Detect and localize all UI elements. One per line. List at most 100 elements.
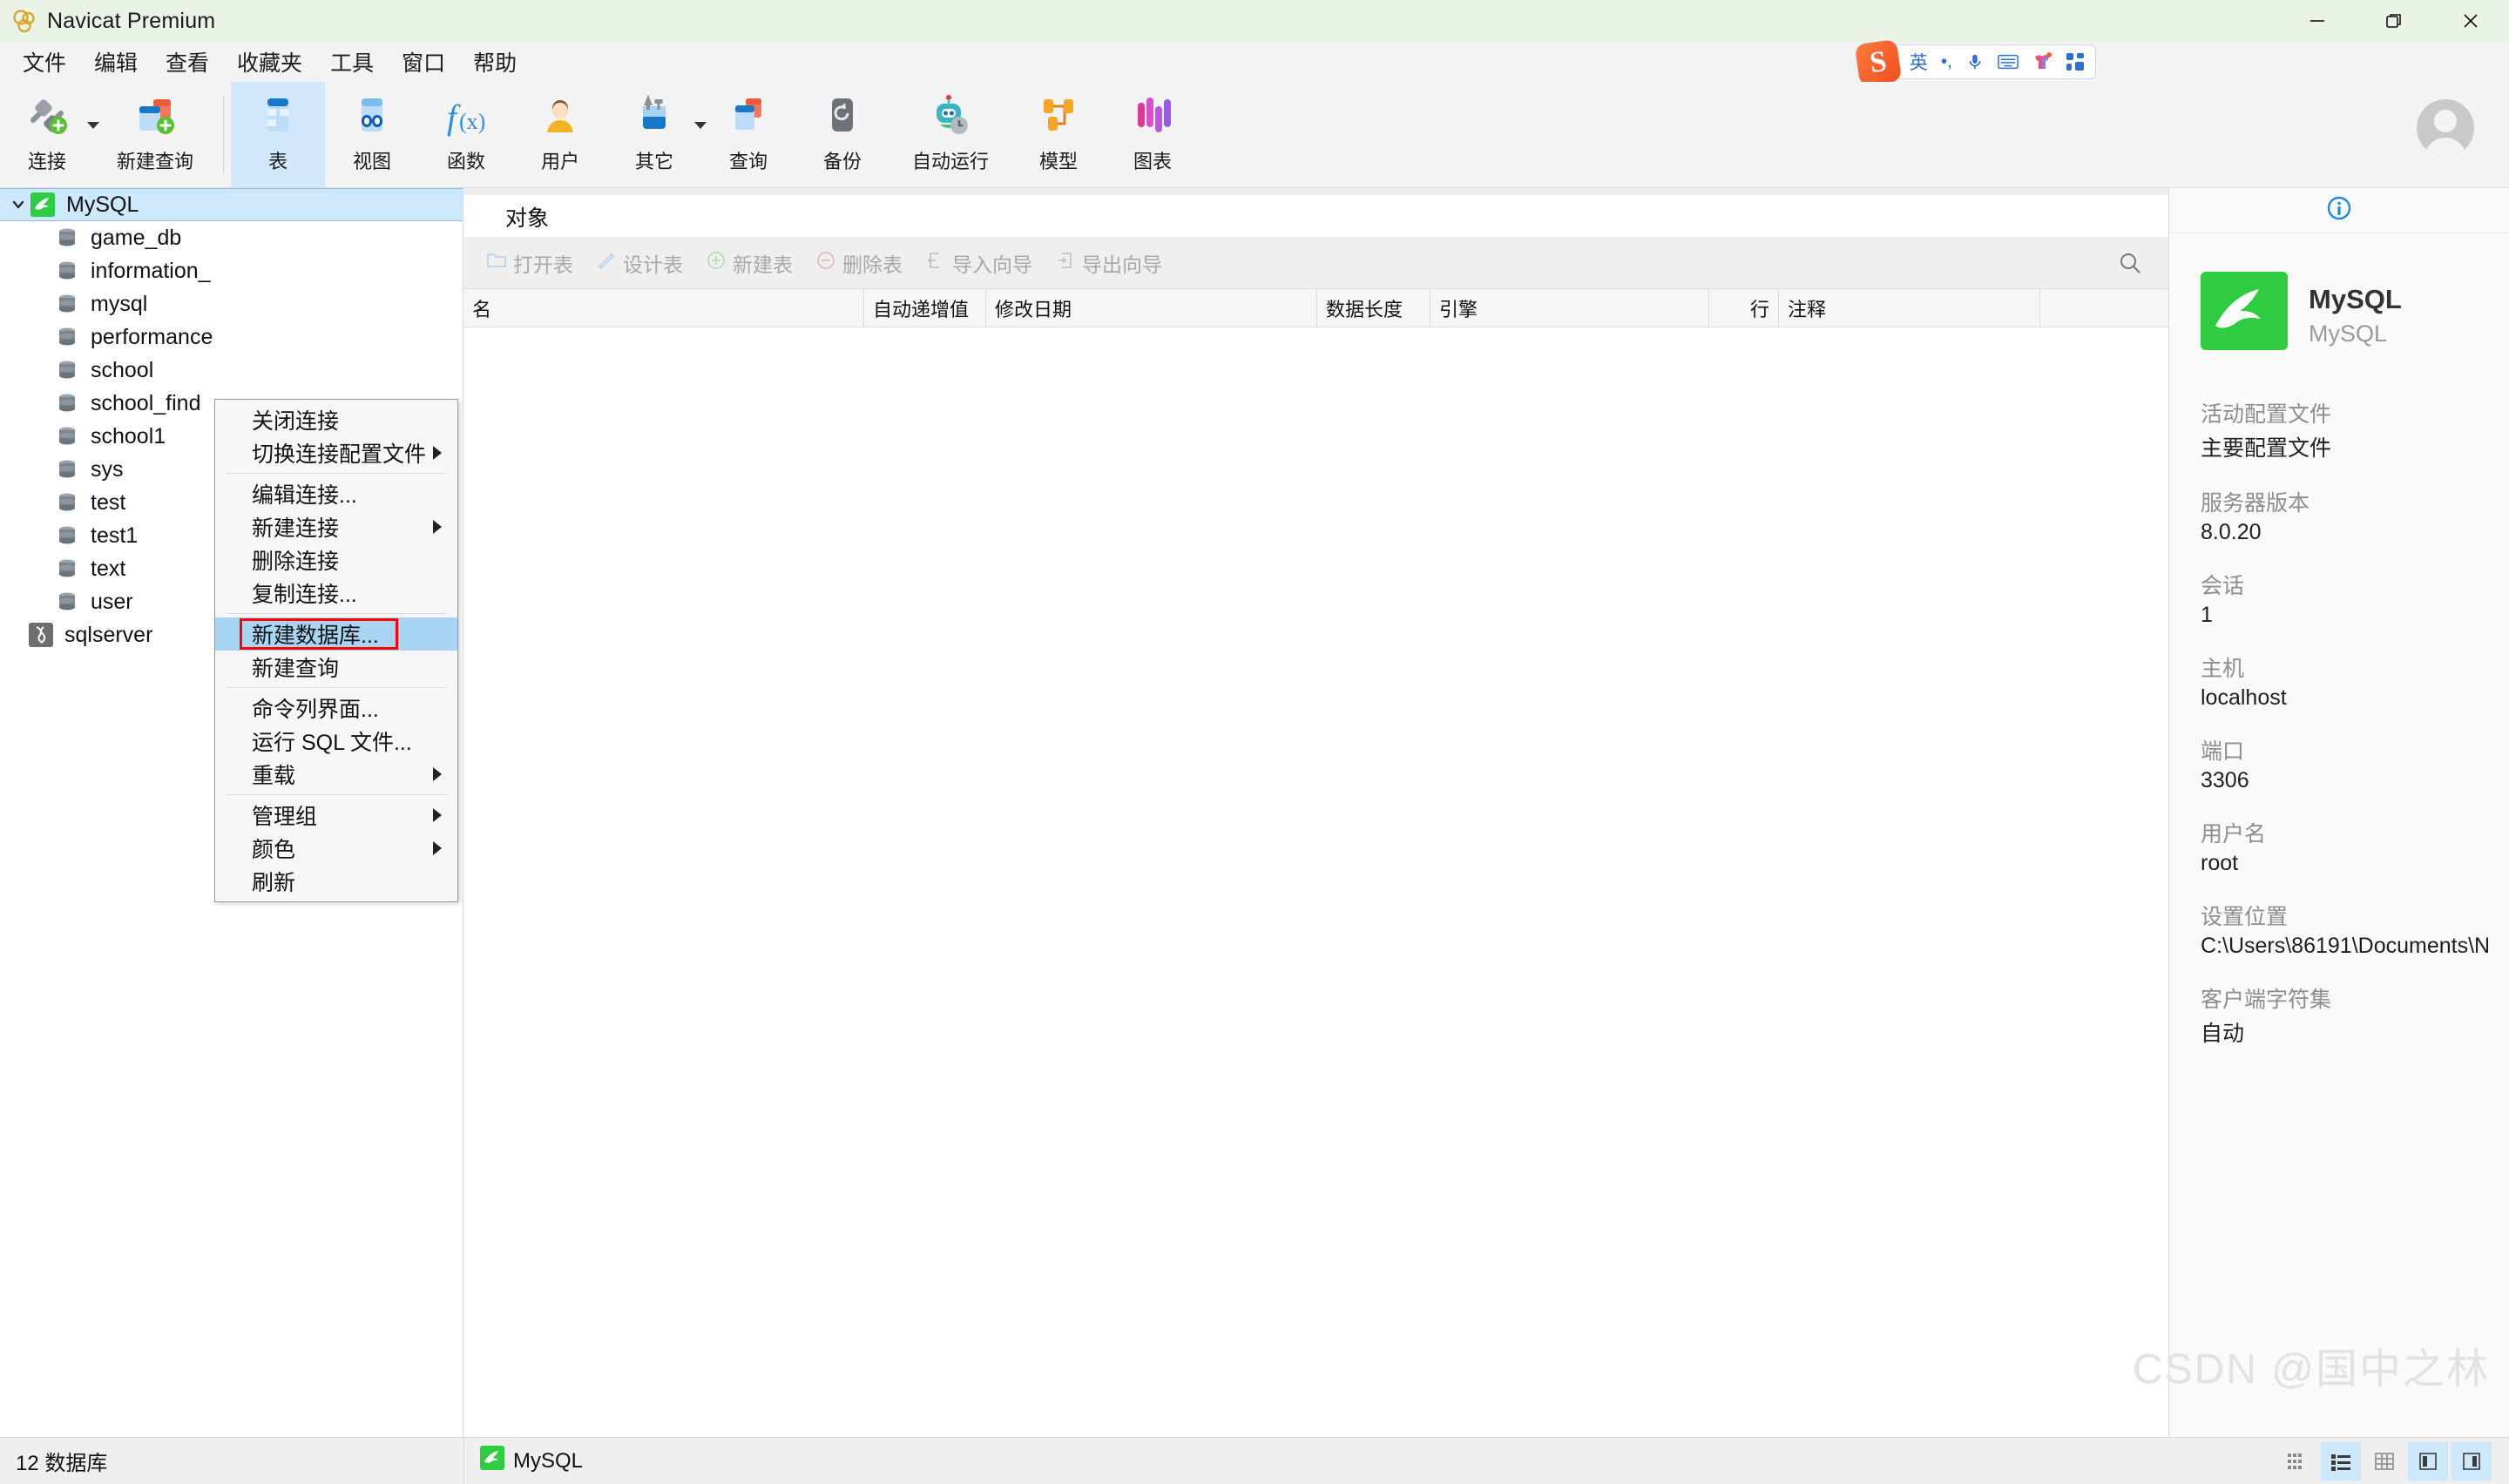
panel-left-icon[interactable]: [2408, 1442, 2448, 1481]
ctx-new-query[interactable]: 新建查询: [215, 651, 457, 684]
maximize-restore-button[interactable]: [2356, 0, 2432, 42]
column-header-data-length[interactable]: 数据长度: [1317, 288, 1430, 327]
toolbar-other[interactable]: 其它: [607, 82, 707, 187]
connection-context-menu[interactable]: 关闭连接 切换连接配置文件 编辑连接... 新建连接 删除连接 复制连接... …: [214, 399, 458, 902]
object-grid-body[interactable]: [463, 327, 2168, 1437]
search-icon[interactable]: [2114, 247, 2146, 279]
tree-db-school[interactable]: school: [0, 354, 463, 387]
sogou-logo-icon[interactable]: S: [1854, 38, 1902, 87]
title-bar: Navicat Premium: [0, 0, 2509, 42]
database-icon: [54, 326, 80, 348]
keyboard-icon[interactable]: [1998, 52, 2019, 71]
info-value-server-version: 8.0.20: [2201, 520, 2262, 544]
toolbar-backup[interactable]: 备份: [795, 82, 889, 187]
ctx-delete-connection[interactable]: 删除连接: [215, 543, 457, 577]
menu-tools[interactable]: 工具: [316, 41, 388, 83]
workspace: MySQL game_db information_ mysql perform…: [0, 188, 2509, 1437]
database-icon: [54, 524, 80, 547]
toolbar-connection[interactable]: 连接: [0, 82, 99, 187]
toolbar-new-query[interactable]: 新建查询: [94, 82, 216, 187]
tree-db-mysql[interactable]: mysql: [0, 287, 463, 320]
chevron-right-icon: [433, 841, 442, 855]
toolbar-view[interactable]: 视图: [325, 82, 419, 187]
delete-table-button[interactable]: 删除表: [807, 245, 911, 281]
ctx-refresh[interactable]: 刷新: [215, 865, 457, 898]
chevron-down-icon[interactable]: [7, 197, 30, 212]
toolbar-other-label: 其它: [634, 151, 673, 172]
ctx-run-sql-file[interactable]: 运行 SQL 文件...: [215, 725, 457, 758]
toolbar-user-label: 用户: [540, 151, 579, 172]
ctx-manage-group[interactable]: 管理组: [215, 799, 457, 832]
toolbar-automation[interactable]: 自动运行: [889, 82, 1011, 187]
panel-right-icon[interactable]: [2452, 1442, 2492, 1481]
user-avatar[interactable]: [2417, 99, 2474, 157]
column-header-engine[interactable]: 引擎: [1430, 288, 1709, 327]
tree-db-performance-schema[interactable]: performance: [0, 320, 463, 354]
ctx-switch-connection-profile[interactable]: 切换连接配置文件: [215, 436, 457, 469]
menu-edit[interactable]: 编辑: [80, 41, 152, 83]
ctx-new-database[interactable]: 新建数据库...: [215, 617, 457, 651]
chevron-right-icon: [433, 767, 442, 781]
menu-favorites[interactable]: 收藏夹: [223, 41, 316, 83]
chevron-right-icon: [433, 520, 442, 534]
ctx-edit-connection[interactable]: 编辑连接...: [215, 477, 457, 510]
user-icon: [536, 92, 585, 141]
ctx-label: 切换连接配置文件: [252, 442, 427, 467]
toolbar-table[interactable]: 表: [231, 82, 325, 187]
design-table-button[interactable]: 设计表: [587, 245, 692, 281]
menu-help[interactable]: 帮助: [459, 41, 531, 83]
ctx-label: 重载: [252, 764, 296, 788]
info-value-settings-location: C:\Users\86191\Documents\N: [2201, 934, 2491, 958]
toolbar-model[interactable]: 模型: [1011, 82, 1106, 187]
tree-connection-mysql[interactable]: MySQL: [0, 188, 463, 221]
column-header-auto-increment[interactable]: 自动递增值: [864, 288, 986, 327]
toolbar-user[interactable]: 用户: [513, 82, 607, 187]
column-header-rows[interactable]: 行: [1709, 288, 1779, 327]
column-header-name[interactable]: 名: [463, 288, 864, 327]
toolbar-chart[interactable]: 图表: [1106, 82, 1200, 187]
close-button[interactable]: [2432, 0, 2509, 42]
column-header-modified-date[interactable]: 修改日期: [986, 288, 1317, 327]
new-table-button[interactable]: 新建表: [697, 245, 801, 281]
export-wizard-button[interactable]: 导出向导: [1046, 245, 1171, 281]
toolbar-function[interactable]: f (x) 函数: [419, 82, 513, 187]
ctx-close-connection[interactable]: 关闭连接: [215, 403, 457, 436]
grid-view-icon[interactable]: [2277, 1442, 2317, 1481]
tree-db-information-schema[interactable]: information_: [0, 254, 463, 287]
tree-db-game-db[interactable]: game_db: [0, 221, 463, 254]
ctx-reload[interactable]: 重载: [215, 758, 457, 791]
tab-objects[interactable]: 对象: [463, 195, 591, 237]
mic-icon[interactable]: [1965, 52, 1985, 71]
minimize-button[interactable]: [2279, 0, 2356, 42]
ctx-copy-connection[interactable]: 复制连接...: [215, 577, 457, 610]
info-panel: MySQL MySQL 活动配置文件 主要配置文件 服务器版本 8.0.20 会…: [2169, 188, 2509, 1437]
apps-icon[interactable]: [2066, 52, 2085, 71]
ime-punctuation-icon[interactable]: •,: [1941, 51, 1952, 72]
toolbar-query[interactable]: 查询: [701, 82, 795, 187]
open-table-button[interactable]: 打开表: [477, 245, 582, 281]
info-circle-icon[interactable]: [2326, 195, 2352, 226]
menu-file[interactable]: 文件: [9, 41, 80, 83]
detail-view-icon[interactable]: [2364, 1442, 2404, 1481]
menu-view[interactable]: 查看: [152, 41, 223, 83]
column-header-comment[interactable]: 注释: [1779, 288, 2040, 327]
tabstrip-filler: [591, 195, 2168, 237]
import-wizard-button[interactable]: 导入向导: [916, 245, 1041, 281]
info-label-client-charset: 客户端字符集: [2201, 988, 2332, 1012]
skin-icon[interactable]: [2032, 52, 2053, 71]
ctx-new-connection[interactable]: 新建连接: [215, 510, 457, 543]
ctx-separator: [226, 613, 447, 614]
function-icon: f (x): [442, 92, 490, 141]
list-view-icon[interactable]: [2321, 1442, 2361, 1481]
info-panel-tabs: [2169, 188, 2509, 233]
backup-icon: [818, 92, 867, 141]
model-icon: [1034, 92, 1083, 141]
ctx-label: 新建连接: [252, 516, 340, 541]
menu-window[interactable]: 窗口: [388, 41, 459, 83]
tree-db-label: information_: [91, 258, 211, 283]
ime-mode-label[interactable]: 英: [1910, 49, 1928, 75]
tree-connection-label: MySQL: [66, 192, 139, 217]
ctx-command-line-interface[interactable]: 命令列界面...: [215, 691, 457, 725]
ctx-color[interactable]: 颜色: [215, 832, 457, 865]
database-icon: [54, 359, 80, 381]
